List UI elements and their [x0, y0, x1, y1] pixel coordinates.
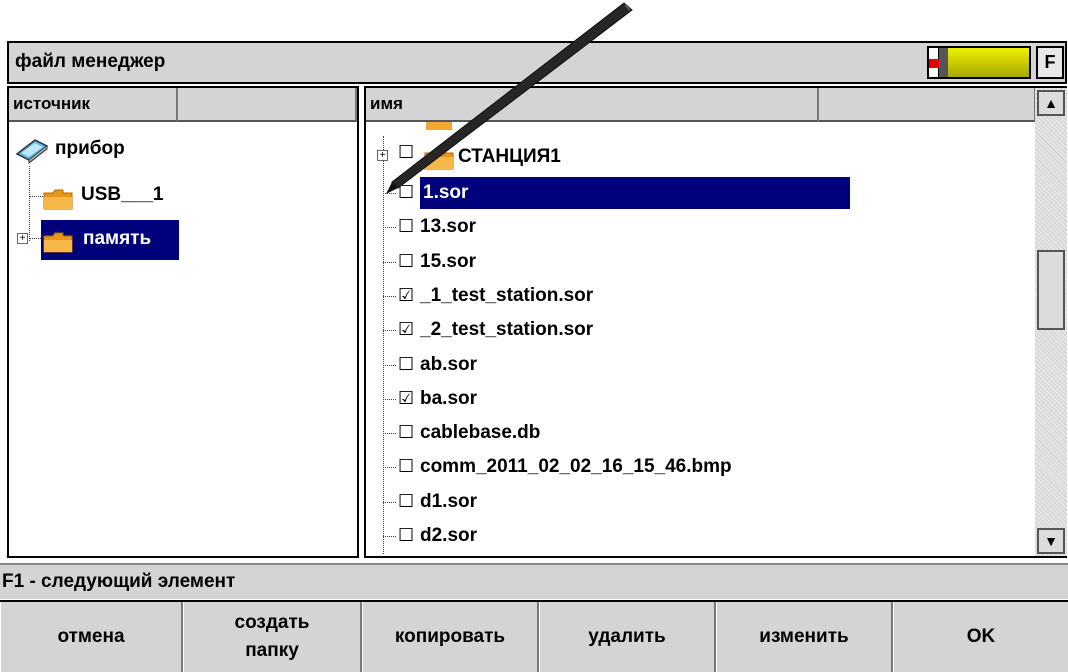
column-header-empty[interactable]: [819, 88, 1036, 122]
scroll-up-button[interactable]: ▲: [1037, 90, 1065, 116]
checkbox[interactable]: ☐: [398, 354, 414, 375]
file-row[interactable]: ☐ 15.sor: [398, 245, 818, 279]
battery-level-edge: [939, 48, 948, 77]
tree-connector: [383, 296, 396, 297]
file-row[interactable]: ☐ 13.sor: [398, 210, 818, 244]
tree-connector: [383, 330, 396, 331]
source-tree-pane: источник прибор USB___1 + память: [7, 86, 359, 558]
file-row[interactable]: ☐ d1.sor: [398, 485, 818, 519]
checkbox[interactable]: ☐: [398, 251, 414, 272]
battery-warning: [929, 59, 939, 68]
expand-toggle[interactable]: +: [17, 233, 28, 244]
checkbox-checked[interactable]: ☑: [398, 388, 414, 409]
new-folder-button[interactable]: создать папку: [183, 602, 362, 672]
tree-item-memory[interactable]: память: [41, 220, 179, 260]
file-name: _1_test_station.sor: [420, 285, 594, 306]
file-row[interactable]: ☐ comm_2011_02_02_16_15_46.bmp: [398, 450, 818, 484]
tree-connector: [383, 227, 396, 228]
new-folder-label: создать папку: [234, 612, 310, 661]
tree-connector: [383, 536, 396, 537]
checkbox[interactable]: ☐: [398, 216, 414, 237]
file-name: ab.sor: [420, 354, 478, 375]
tree-connector: [383, 262, 396, 263]
column-header-empty[interactable]: [178, 88, 357, 122]
tree-item-usb[interactable]: USB___1: [43, 182, 183, 212]
file-row[interactable]: ☑ _1_test_station.sor: [398, 279, 818, 313]
checkbox[interactable]: ☐: [398, 422, 414, 443]
delete-button[interactable]: удалить: [539, 602, 716, 672]
tree-root-label: прибор: [55, 138, 125, 159]
file-row[interactable]: ☑ _2_test_station.sor: [398, 313, 818, 347]
ok-button[interactable]: OK: [893, 602, 1068, 672]
scrollbar[interactable]: ▲ ▼: [1035, 88, 1067, 556]
stylus-pen: [386, 2, 633, 194]
file-name: _2_test_station.sor: [420, 319, 594, 340]
tree-connector: [383, 365, 396, 366]
tree-connector: [383, 433, 396, 434]
checkbox-checked[interactable]: ☑: [398, 285, 414, 306]
file-name: d2.sor: [420, 525, 478, 546]
copy-button[interactable]: копировать: [362, 602, 539, 672]
tree-connector: [383, 399, 396, 400]
folder-icon: [43, 232, 73, 253]
window-title: файл менеджер: [15, 51, 166, 72]
checkbox[interactable]: ☐: [398, 525, 414, 546]
file-name: cablebase.db: [420, 422, 541, 443]
cancel-button[interactable]: отмена: [0, 602, 183, 672]
checkbox[interactable]: ☐: [398, 491, 414, 512]
file-row[interactable]: ☐ cablebase.db: [398, 416, 818, 450]
device-icon: [15, 139, 49, 164]
checkbox-checked[interactable]: ☑: [398, 319, 414, 340]
rename-button[interactable]: изменить: [716, 602, 893, 672]
scrollbar-thumb[interactable]: [1037, 250, 1065, 330]
file-name: comm_2011_02_02_16_15_46.bmp: [420, 456, 732, 477]
file-row[interactable]: ☐ d2.sor: [398, 519, 818, 553]
status-text: F1 - следующий элемент: [2, 571, 236, 592]
file-row[interactable]: ☐ ab.sor: [398, 348, 818, 382]
function-button-bar: отмена создать папку копировать удалить …: [0, 600, 1068, 672]
folder-icon: [43, 189, 73, 210]
battery-indicator: [927, 46, 1031, 79]
file-name: 15.sor: [420, 251, 476, 272]
tree-connector: [29, 166, 30, 241]
checkbox[interactable]: ☐: [398, 456, 414, 477]
scroll-down-button[interactable]: ▼: [1037, 528, 1065, 554]
tree-connector: [29, 196, 43, 197]
tree-item-label: память: [83, 228, 152, 249]
tree-item-label: USB___1: [81, 184, 164, 205]
column-header-source[interactable]: источник: [9, 88, 178, 122]
file-name: d1.sor: [420, 491, 478, 512]
file-row[interactable]: ☑ ba.sor: [398, 382, 818, 416]
file-name: 13.sor: [420, 216, 476, 237]
status-bar: F1 - следующий элемент: [0, 563, 1068, 599]
function-key-button[interactable]: F: [1036, 46, 1064, 79]
tree-connector: [383, 502, 396, 503]
tree-connector: [383, 467, 396, 468]
file-name: ba.sor: [420, 388, 478, 409]
